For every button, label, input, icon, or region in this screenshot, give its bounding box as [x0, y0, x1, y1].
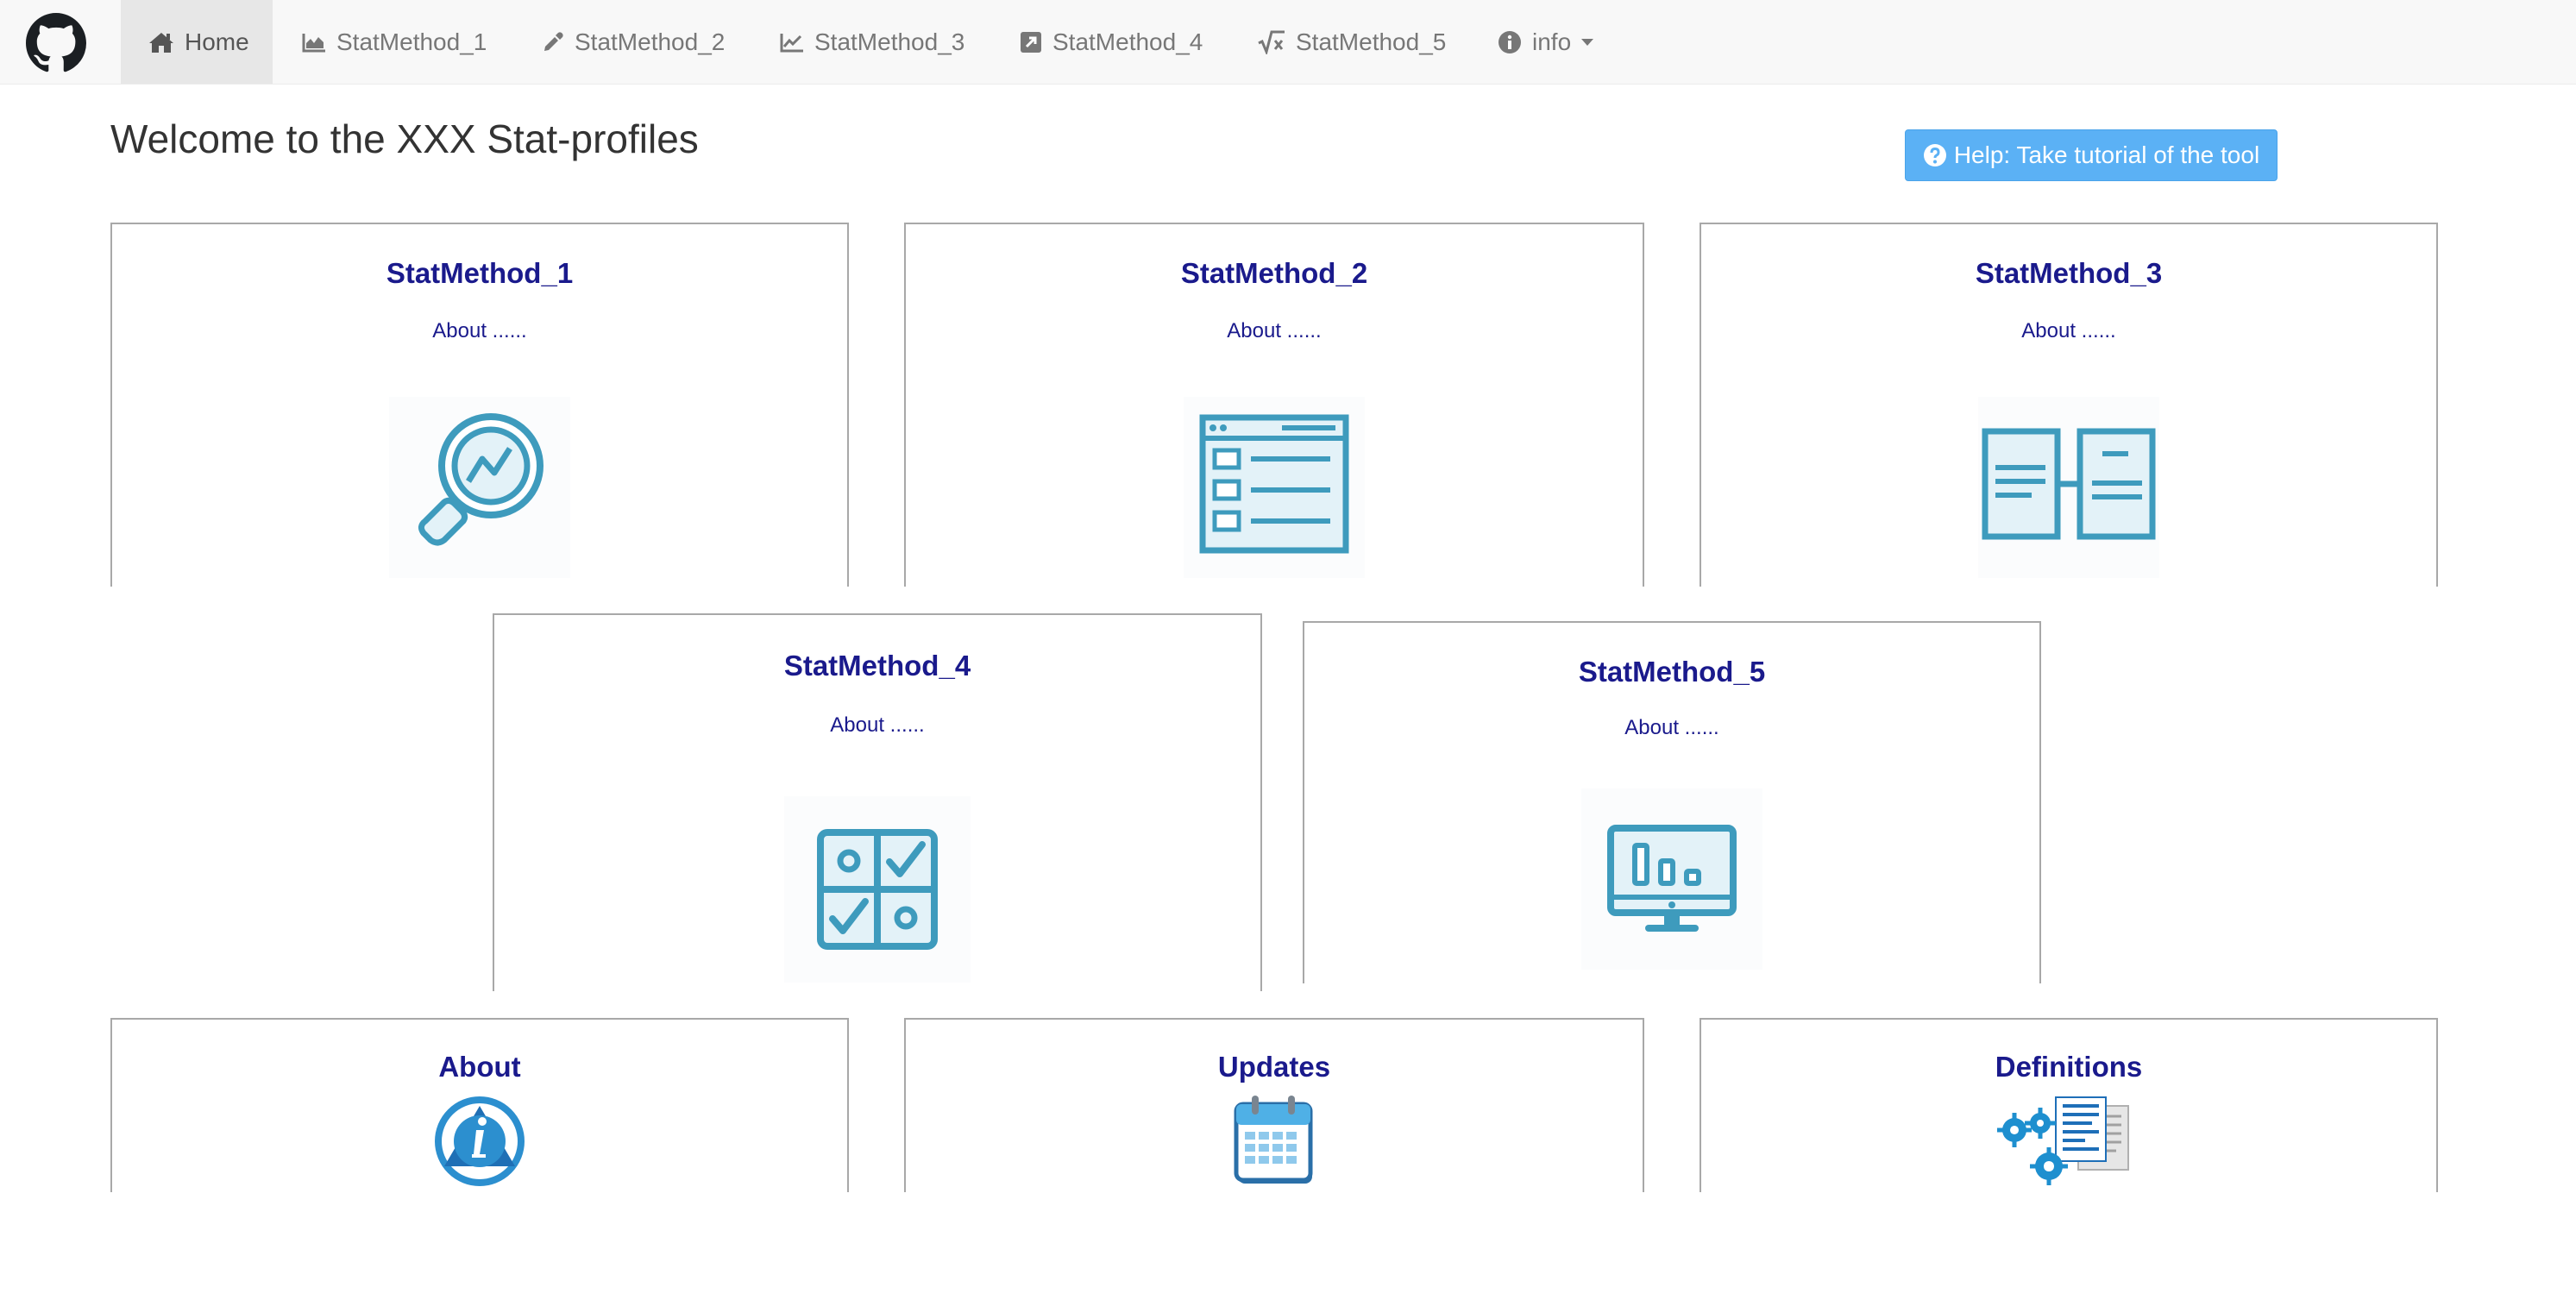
card-title: Updates — [1217, 1051, 1331, 1083]
gears-document-icon — [1997, 1096, 2129, 1185]
card-title: About — [438, 1051, 521, 1083]
question-circle-icon — [1923, 144, 1946, 166]
tab-info-label: info — [1532, 28, 1572, 55]
monitor-chart-icon — [1581, 788, 1762, 970]
statmethod-card-2[interactable]: StatMethod_2 About ...... — [904, 223, 1644, 587]
checklist-grid-icon — [784, 796, 971, 983]
info-triangle-icon — [435, 1096, 525, 1186]
statmethod-card-4[interactable]: StatMethod_4 About ...... — [493, 613, 1262, 991]
card-description: About ...... — [432, 319, 527, 342]
tab-info-dropdown[interactable]: info — [1498, 0, 1594, 84]
help-tutorial-button-label: Help: Take tutorial of the tool — [1953, 141, 2260, 168]
chevron-down-icon — [1581, 38, 1594, 46]
browser-list-icon — [1184, 397, 1365, 578]
github-icon[interactable] — [26, 13, 86, 73]
tab-statmethod-1[interactable]: StatMethod_1 — [302, 0, 487, 84]
tab-statmethod-2[interactable]: StatMethod_2 — [542, 0, 725, 84]
home-icon — [149, 32, 173, 53]
help-tutorial-button[interactable]: Help: Take tutorial of the tool — [1905, 129, 2278, 181]
statmethod-card-5[interactable]: StatMethod_5 About ...... — [1303, 621, 2041, 983]
tab-statmethod-3[interactable]: StatMethod_3 — [780, 0, 964, 84]
about-card[interactable]: About — [110, 1018, 849, 1192]
card-description: About ...... — [1624, 716, 1719, 739]
tab-statmethod-3-label: StatMethod_3 — [814, 28, 965, 55]
statmethod-card-3[interactable]: StatMethod_3 About ...... — [1700, 223, 2438, 587]
tab-statmethod-5[interactable]: StatMethod_5 — [1258, 0, 1446, 84]
card-title: StatMethod_3 — [1975, 257, 2163, 289]
tab-home[interactable]: Home — [121, 0, 273, 84]
line-chart-icon — [780, 33, 803, 52]
tab-statmethod-5-label: StatMethod_5 — [1296, 28, 1447, 55]
area-chart-icon — [302, 33, 325, 52]
card-title: StatMethod_1 — [386, 257, 574, 289]
page-title: Welcome to the XXX Stat-profiles — [110, 116, 699, 161]
card-title: Definitions — [1995, 1051, 2143, 1083]
calendar-icon — [1234, 1096, 1313, 1184]
square-root-icon — [1258, 30, 1285, 54]
eyedropper-icon — [544, 31, 563, 51]
card-title: StatMethod_2 — [1180, 257, 1368, 289]
tab-statmethod-4-label: StatMethod_4 — [1052, 28, 1203, 55]
tab-home-label: Home — [185, 28, 249, 55]
card-description: About ...... — [1227, 319, 1322, 342]
card-description: About ...... — [830, 713, 925, 737]
card-description: About ...... — [2021, 319, 2116, 342]
updates-card[interactable]: Updates — [904, 1018, 1644, 1192]
tab-statmethod-1-label: StatMethod_1 — [336, 28, 487, 55]
card-title: StatMethod_4 — [783, 650, 971, 681]
card-title: StatMethod_5 — [1578, 656, 1766, 688]
magnifier-trend-icon — [389, 397, 570, 578]
external-link-square-icon — [1021, 31, 1041, 53]
tab-statmethod-4[interactable]: StatMethod_4 — [1020, 0, 1203, 84]
statmethod-card-1[interactable]: StatMethod_1 About ...... — [110, 223, 849, 587]
navbar: Home StatMethod_1 StatMethod_2 StatMetho… — [0, 0, 2576, 85]
tab-statmethod-2-label: StatMethod_2 — [575, 28, 726, 55]
info-circle-icon — [1498, 30, 1521, 53]
definitions-card[interactable]: Definitions — [1700, 1018, 2438, 1192]
book-columns-icon — [1978, 397, 2159, 578]
